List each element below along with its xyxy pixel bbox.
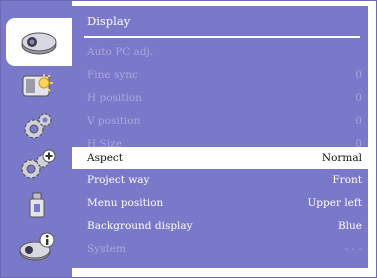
menu-row-system: System - - - xyxy=(72,239,368,260)
menu-row-label: V position xyxy=(87,115,141,127)
menu-row-label: Fine sync xyxy=(87,69,138,81)
menu-row-label: Background display xyxy=(87,220,193,232)
menu-row-value: 0 xyxy=(355,115,362,127)
menu-row-label: H position xyxy=(87,92,142,104)
panel-title: Display xyxy=(87,14,131,28)
menu-row-label: Aspect xyxy=(87,152,124,164)
menu-row-aspect[interactable]: Aspect Normal xyxy=(72,147,368,169)
menu-row-h-position: H position 0 xyxy=(72,88,368,109)
display-menu-panel: Display Auto PC adj. Fine sync 0 H posit… xyxy=(72,6,368,268)
menu-row-value: Normal xyxy=(321,152,362,164)
expanded-setting-icon xyxy=(15,148,59,184)
tab-display[interactable] xyxy=(6,18,72,66)
menu-row-value: Blue xyxy=(337,220,362,232)
tab-information[interactable] xyxy=(5,223,68,271)
menu-row-value: 0 xyxy=(355,69,362,81)
title-divider xyxy=(84,36,360,38)
menu-row-menu-position[interactable]: Menu position Upper left xyxy=(72,193,368,214)
display-icon xyxy=(17,24,61,60)
menu-row-auto-pc-adj: Auto PC adj. xyxy=(72,42,368,63)
menu-row-value: - - - xyxy=(344,243,362,255)
menu-row-label: Menu position xyxy=(87,197,164,209)
menu-row-label: Project way xyxy=(87,174,150,186)
menu-row-v-position: V position 0 xyxy=(72,111,368,132)
usb-icon xyxy=(15,188,59,224)
menu-row-value: Upper left xyxy=(307,197,362,209)
info-icon xyxy=(15,229,59,265)
menu-row-project-way[interactable]: Project way Front xyxy=(72,170,368,191)
menu-sidebar xyxy=(0,0,72,278)
menu-row-background-display[interactable]: Background display Blue xyxy=(72,216,368,237)
menu-row-fine-sync: Fine sync 0 xyxy=(72,65,368,86)
setting-gear-icon xyxy=(15,109,59,145)
image-adjust-icon xyxy=(15,68,59,104)
menu-row-label: System xyxy=(87,243,126,255)
menu-row-label: Auto PC adj. xyxy=(87,46,154,58)
menu-row-value: Front xyxy=(332,174,362,186)
projector-osd-menu: Display Auto PC adj. Fine sync 0 H posit… xyxy=(0,0,377,278)
menu-row-value: 0 xyxy=(355,92,362,104)
